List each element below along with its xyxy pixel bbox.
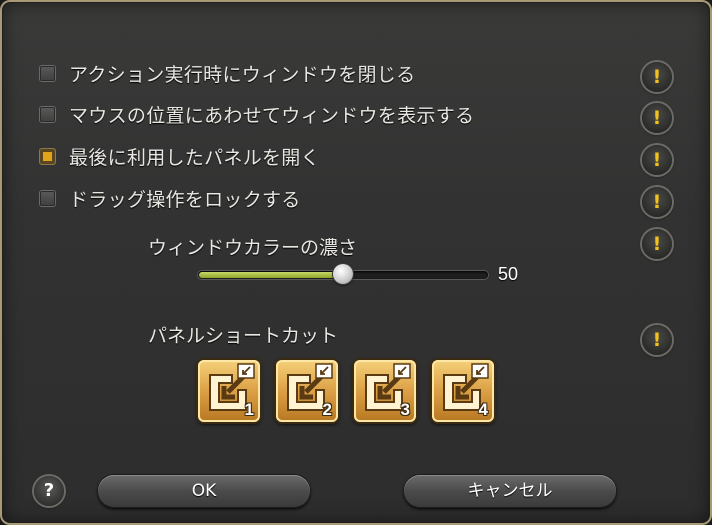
option-open-last-panel[interactable]: 最後に利用したパネルを開く xyxy=(40,144,320,169)
checkbox-lock-drag[interactable] xyxy=(40,190,55,206)
window-color-value: 50 xyxy=(498,264,519,284)
option-close-on-action[interactable]: アクション実行時にウィンドウを閉じる xyxy=(40,61,416,86)
exclamation-icon[interactable]: ! xyxy=(642,62,672,92)
option-label: マウスの位置にあわせてウィンドウを表示する xyxy=(69,104,475,127)
window-color-slider[interactable] xyxy=(198,264,488,284)
exclamation-icon[interactable]: ! xyxy=(642,187,672,217)
exclamation-icon[interactable]: ! xyxy=(642,229,672,259)
checkbox-open-last-panel[interactable] xyxy=(40,148,55,164)
panel-shortcut-button-1[interactable]: 1 xyxy=(198,360,260,422)
option-show-at-mouse[interactable]: マウスの位置にあわせてウィンドウを表示する xyxy=(40,102,475,127)
checkbox-close-on-action[interactable] xyxy=(40,65,55,81)
option-label: アクション実行時にウィンドウを閉じる xyxy=(69,63,416,86)
exclamation-icon[interactable]: ! xyxy=(642,325,672,355)
ok-button[interactable]: OK xyxy=(98,475,310,507)
slider-fill xyxy=(199,272,342,278)
checkbox-show-at-mouse[interactable] xyxy=(40,106,55,122)
exclamation-icon[interactable]: ! xyxy=(642,103,672,133)
panel-shortcut-button-4[interactable]: 4 xyxy=(432,360,494,422)
panel-shortcut-button-2[interactable]: 2 xyxy=(276,360,338,422)
slider-thumb[interactable] xyxy=(333,264,353,284)
question-icon[interactable]: ? xyxy=(34,476,64,506)
panel-shortcut-button-3[interactable]: 3 xyxy=(354,360,416,422)
panel-number: 2 xyxy=(322,400,332,419)
panel-number: 1 xyxy=(244,400,254,419)
exclamation-icon[interactable]: ! xyxy=(642,145,672,175)
option-label: 最後に利用したパネルを開く xyxy=(69,146,320,169)
panel-number: 4 xyxy=(478,400,488,419)
option-label: ドラッグ操作をロックする xyxy=(69,188,301,211)
window-settings-dialog: アクション実行時にウィンドウを閉じる ! マウスの位置にあわせてウィンドウを表示… xyxy=(0,0,712,525)
cancel-button[interactable]: キャンセル xyxy=(404,475,616,507)
window-color-title: ウィンドウカラーの濃さ xyxy=(148,237,358,259)
panel-number: 3 xyxy=(400,400,410,419)
panel-shortcut-title: パネルショートカット xyxy=(148,325,339,347)
option-lock-drag[interactable]: ドラッグ操作をロックする xyxy=(40,186,301,211)
